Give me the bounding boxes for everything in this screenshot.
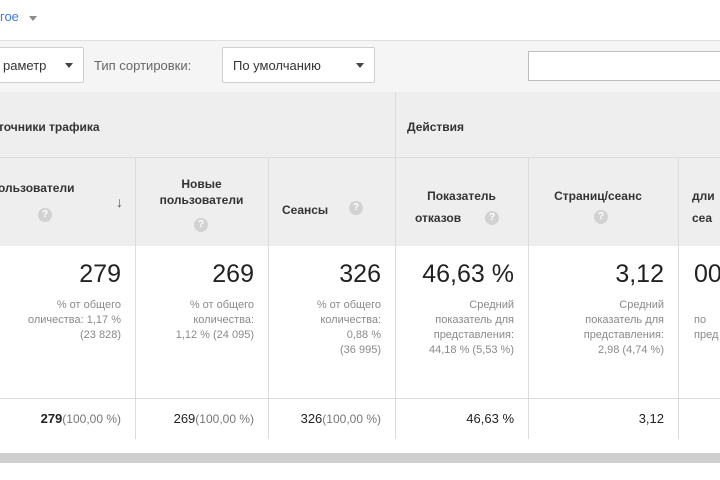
summary-new-users-sub3: 1,12 % (24 095) xyxy=(175,329,254,341)
summary-bounce-sub3: представления: xyxy=(433,329,514,341)
column-title-duration-2: сеа xyxy=(692,211,713,225)
table-row-pages: 3,12 xyxy=(528,399,678,439)
summary-users-value: 279 xyxy=(79,260,121,288)
row-sessions-value: 326 xyxy=(300,411,323,426)
summary-bounce-sub4: 44,18 % (5,53 %) xyxy=(429,344,514,356)
summary-pages-sub3: представления: xyxy=(583,329,664,341)
table-row-new-users: 269(100,00 %) xyxy=(135,399,268,439)
chevron-down-icon xyxy=(65,63,73,68)
row-bounce-value: 46,63 % xyxy=(466,411,514,426)
summary-sessions: 326 % от общего количества: 0,88 % (36 9… xyxy=(268,246,395,398)
column-title-bounce-2: отказов xyxy=(415,211,462,225)
summary-sessions-sub4: (36 995) xyxy=(340,344,381,356)
row-sessions-pct: (100,00 %) xyxy=(322,412,381,426)
row-users-pct: (100,00 %) xyxy=(62,412,121,426)
column-header-avg-duration[interactable]: дли сеа xyxy=(678,158,720,246)
summary-users: 279 % от общего оличества: 1,17 % (23 82… xyxy=(0,246,135,398)
sort-arrow-icon[interactable]: ↓ xyxy=(116,194,123,210)
top-bar: гое xyxy=(0,0,720,40)
row-users-value: 279 xyxy=(40,411,63,426)
table-row-duration xyxy=(678,399,720,439)
report-table: точники трафика Действия ользователи ↓ ?… xyxy=(0,92,720,453)
table-row-bounce: 46,63 % xyxy=(395,399,528,439)
summary-users-sub3: (23 828) xyxy=(80,329,121,341)
summary-duration-sub1 xyxy=(694,298,718,313)
summary-new-users-sub2: количества: xyxy=(193,314,254,326)
column-divider xyxy=(135,158,136,439)
summary-sessions-sub1: % от общего xyxy=(316,299,381,311)
controls-toolbar: раметр Тип сортировки: По умолчанию xyxy=(0,40,720,94)
table-row-users: 279(100,00 %) xyxy=(0,399,135,439)
summary-duration-value: 00 xyxy=(694,260,720,288)
summary-users-detail: % от общего оличества: 1,17 % (23 828) xyxy=(28,298,121,343)
column-divider xyxy=(268,158,269,439)
summary-duration-detail: по пред xyxy=(694,298,718,343)
help-icon[interactable]: ? xyxy=(349,201,363,215)
column-title-new-users-1: Новые xyxy=(181,177,222,191)
column-title-users: ользователи xyxy=(0,181,75,195)
column-title-duration-1: дли xyxy=(692,189,715,203)
summary-pages-sub4: 2,98 (4,74 %) xyxy=(597,344,664,356)
summary-new-users-value: 269 xyxy=(212,260,254,288)
column-title-sessions: Сеансы xyxy=(282,203,329,217)
group-title-traffic: точники трафика xyxy=(0,120,100,134)
summary-bounce-rate: 46,63 % Средний показатель для представл… xyxy=(395,246,528,398)
chevron-down-icon[interactable] xyxy=(29,16,37,21)
table-row-sessions: 326(100,00 %) xyxy=(268,399,395,439)
column-title-bounce-1: Показатель xyxy=(427,189,496,203)
help-icon[interactable]: ? xyxy=(194,218,208,232)
summary-users-sub1: % от общего xyxy=(56,299,121,311)
sort-type-label: Тип сортировки: xyxy=(94,58,192,73)
column-header-bounce-rate[interactable]: Показатель отказов ? xyxy=(395,158,528,246)
column-divider xyxy=(678,158,679,439)
page-bottom xyxy=(0,463,720,480)
summary-users-sub2: оличества: 1,17 % xyxy=(27,314,121,326)
row-new-users-value: 269 xyxy=(173,411,196,426)
column-header-pages-per-session[interactable]: Страниц/сеанс ? xyxy=(528,158,678,246)
summary-pages-per-session: 3,12 Средний показатель для представлени… xyxy=(528,246,678,398)
row-new-users-pct: (100,00 %) xyxy=(195,412,254,426)
summary-bounce-detail: Средний показатель для представления: 44… xyxy=(429,298,514,358)
segment-link[interactable]: гое xyxy=(0,9,19,24)
group-header-traffic: точники трафика xyxy=(0,92,395,158)
column-divider xyxy=(528,158,529,439)
row-pages-value: 3,12 xyxy=(638,411,664,426)
summary-sessions-detail: % от общего количества: 0,88 % (36 995) xyxy=(317,298,381,358)
sort-type-value: По умолчанию xyxy=(233,58,321,73)
column-header-sessions[interactable]: Сеансы ? xyxy=(268,158,395,246)
group-header-actions: Действия xyxy=(395,92,720,158)
summary-pages-detail: Средний показатель для представления: 2,… xyxy=(584,298,664,358)
summary-new-users: 269 % от общего количества: 1,12 % (24 0… xyxy=(135,246,268,398)
column-header-new-users[interactable]: Новые пользователи ? xyxy=(135,158,268,246)
summary-pages-sub2: показатель для xyxy=(585,314,664,326)
horizontal-scrollbar[interactable] xyxy=(0,453,720,463)
help-icon[interactable]: ? xyxy=(38,208,52,222)
sort-type-dropdown[interactable]: По умолчанию xyxy=(222,47,375,83)
column-title-pages: Страниц/сеанс xyxy=(554,189,642,203)
column-header-users[interactable]: ользователи ↓ ? xyxy=(0,158,135,246)
summary-bounce-value: 46,63 % xyxy=(422,260,514,288)
summary-new-users-sub1: % от общего xyxy=(189,299,254,311)
column-title-new-users-2: пользователи xyxy=(159,193,244,207)
secondary-dimension-dropdown[interactable]: раметр xyxy=(0,47,84,83)
help-icon[interactable]: ? xyxy=(485,211,499,225)
summary-sessions-sub2: количества: xyxy=(320,314,381,326)
help-icon[interactable]: ? xyxy=(594,210,608,224)
summary-duration-sub3: пред xyxy=(694,329,719,341)
chevron-down-icon xyxy=(356,63,364,68)
summary-avg-duration: 00 по пред xyxy=(678,246,720,398)
summary-sessions-sub3: 0,88 % xyxy=(346,329,381,341)
summary-new-users-detail: % от общего количества: 1,12 % (24 095) xyxy=(176,298,254,343)
column-divider xyxy=(395,92,396,439)
summary-bounce-sub1: Средний xyxy=(469,299,514,311)
summary-pages-sub1: Средний xyxy=(619,299,664,311)
summary-pages-value: 3,12 xyxy=(615,260,664,288)
search-input[interactable] xyxy=(528,51,720,81)
summary-sessions-value: 326 xyxy=(339,260,381,288)
secondary-dimension-label: раметр xyxy=(3,58,47,73)
summary-duration-sub2: по xyxy=(694,314,707,326)
group-title-actions: Действия xyxy=(407,120,465,134)
summary-bounce-sub2: показатель для xyxy=(435,314,514,326)
